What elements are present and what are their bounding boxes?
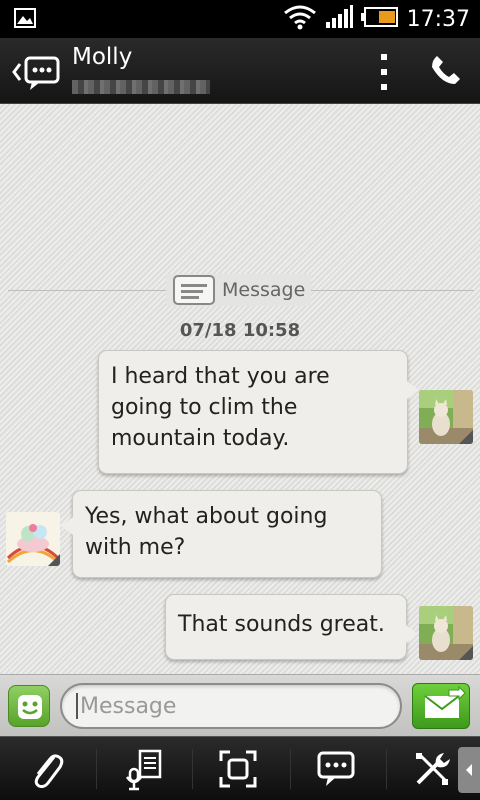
more-options-tab[interactable] xyxy=(458,747,480,793)
messages-back-icon xyxy=(12,56,60,90)
message-text: That sounds great. xyxy=(178,612,385,637)
battery-icon xyxy=(360,6,399,32)
send-envelope-icon xyxy=(424,685,466,718)
message-bubble-incoming[interactable]: Yes, what about going with me? xyxy=(61,490,382,578)
contact-avatar[interactable] xyxy=(6,512,60,566)
signal-strength-icon xyxy=(325,4,353,34)
text-cursor xyxy=(76,693,78,719)
status-bar: 17:37 xyxy=(0,0,480,38)
wifi-icon xyxy=(283,4,317,34)
message-type-label: Message xyxy=(166,274,312,306)
message-type-icon xyxy=(173,275,215,305)
contact-number-redacted xyxy=(72,80,210,94)
speech-bubble-icon xyxy=(317,751,355,786)
message-text: I heard that you are going to clim the m… xyxy=(111,364,330,451)
voice-note-button[interactable] xyxy=(114,737,174,800)
composer-bar: Message xyxy=(0,674,480,736)
message-thread[interactable]: Message 07/18 10:58 I heard that you are… xyxy=(0,104,480,674)
menu-icon[interactable] xyxy=(372,52,396,92)
chevron-left-icon xyxy=(466,764,472,776)
settings-button[interactable] xyxy=(402,737,462,800)
back-button[interactable] xyxy=(10,52,68,92)
smiley-icon xyxy=(18,695,42,719)
quick-text-button[interactable] xyxy=(306,737,366,800)
message-bubble-outgoing[interactable]: I heard that you are going to clim the m… xyxy=(98,350,419,474)
paperclip-icon xyxy=(34,754,64,789)
bottom-toolbar xyxy=(0,736,480,800)
fullscreen-icon xyxy=(219,750,257,788)
send-button[interactable] xyxy=(412,683,470,729)
message-type-text: Message xyxy=(222,279,306,301)
contact-name: Molly xyxy=(72,44,133,70)
call-button[interactable] xyxy=(428,52,464,92)
emoji-button[interactable] xyxy=(8,685,50,727)
gallery-notification-icon xyxy=(14,8,36,32)
tools-icon xyxy=(416,753,450,785)
message-text: Yes, what about going with me? xyxy=(85,504,328,560)
message-input[interactable]: Message xyxy=(60,683,402,729)
my-avatar[interactable] xyxy=(419,606,473,660)
conversation-header: Molly xyxy=(0,38,480,104)
fullscreen-button[interactable] xyxy=(208,737,268,800)
clock: 17:37 xyxy=(406,6,470,32)
voice-document-icon xyxy=(125,749,162,791)
my-avatar[interactable] xyxy=(419,390,473,444)
attach-button[interactable] xyxy=(16,737,76,800)
message-date: 07/18 10:58 xyxy=(179,320,301,341)
phone-icon xyxy=(432,56,460,84)
message-bubble-outgoing[interactable]: That sounds great. xyxy=(165,594,418,660)
message-input-placeholder: Message xyxy=(80,693,177,719)
